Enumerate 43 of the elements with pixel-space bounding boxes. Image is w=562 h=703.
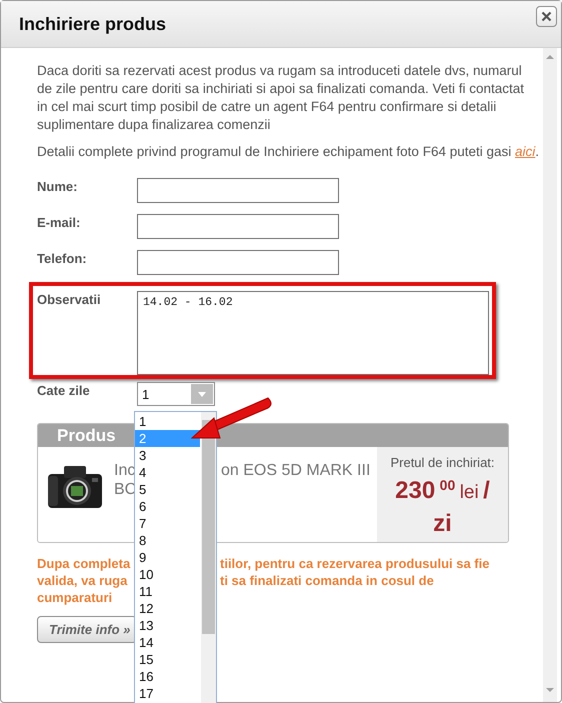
dropdown-option[interactable]: 9 — [135, 549, 200, 566]
dropdown-option[interactable]: 12 — [135, 600, 200, 617]
input-field[interactable] — [137, 178, 339, 203]
dropdown-option[interactable]: 4 — [135, 464, 200, 481]
input-field[interactable] — [137, 214, 339, 239]
field-label: Nume: — [37, 178, 78, 194]
dropdown-option[interactable]: 11 — [135, 583, 200, 600]
input-field[interactable] — [137, 250, 339, 275]
intro-text: Daca doriti sa rezervati acest produs va rugam sa introduceti datele dvs, numarul de zile pentru care doriti sa inchiriati si apoi sa finalizati comanda. Veti fi contactat in cel mai scurt timp posibil de catre un agent F64 pentru confirmare si detalii suplimentare dupa finalizarea comenzii — [37, 62, 526, 134]
scrollbar[interactable] — [201, 412, 216, 703]
dropdown-option[interactable]: 8 — [135, 532, 200, 549]
textarea-field[interactable]: 14.02 - 16.02 — [137, 291, 489, 375]
notice-text: Dupa completa — [37, 555, 132, 572]
dropdown-option[interactable]: 14 — [135, 634, 200, 651]
dropdown-option[interactable]: 6 — [135, 498, 200, 515]
field-label: Telefon: — [37, 250, 88, 266]
close-icon — [541, 11, 552, 22]
dropdown-option[interactable]: 17 — [135, 685, 200, 702]
price-value: 230 $^{00}$ lei / zi — [394, 476, 491, 539]
dialog-title: Inchiriere produs — [19, 14, 166, 34]
dropdown-option[interactable]: 3 — [135, 447, 200, 464]
notice-text: valida, va ruga — [37, 572, 128, 589]
notice-text: tiilor, pentru ca rezervarea produsului sa fie — [220, 555, 490, 572]
field-label: E-mail: — [37, 214, 82, 230]
notice-text: cumparaturi — [37, 589, 114, 606]
select-field[interactable]: 1 — [137, 382, 215, 406]
dropdown-option[interactable]: 15 — [135, 651, 200, 668]
dropdown-option[interactable]: 16 — [135, 668, 200, 685]
dropdown-option[interactable]: 5 — [135, 481, 200, 498]
notice-text: ti sa finalizati comanda in cosul de — [220, 572, 434, 589]
field-label: Observatii — [37, 291, 102, 309]
dropdown-option[interactable]: 7 — [135, 515, 200, 532]
product-name: Inc — [114, 461, 136, 480]
caret-icon — [198, 392, 206, 396]
dropdown-option[interactable]: 13 — [135, 617, 200, 634]
close-button[interactable] — [536, 6, 557, 27]
product-name: BC — [114, 480, 136, 499]
dropdown-option[interactable]: 10 — [135, 566, 200, 583]
details-text: Detalii complete privind programul de Inchiriere echipament foto F64 puteti gasi aici. — [37, 143, 540, 161]
submit-button[interactable]: Trimite info » — [37, 616, 137, 643]
price-label: Pretul de inchiriat: — [389, 455, 496, 470]
field-label: Cate zile — [37, 382, 91, 398]
product-name: on EOS 5D MARK III — [221, 461, 370, 480]
